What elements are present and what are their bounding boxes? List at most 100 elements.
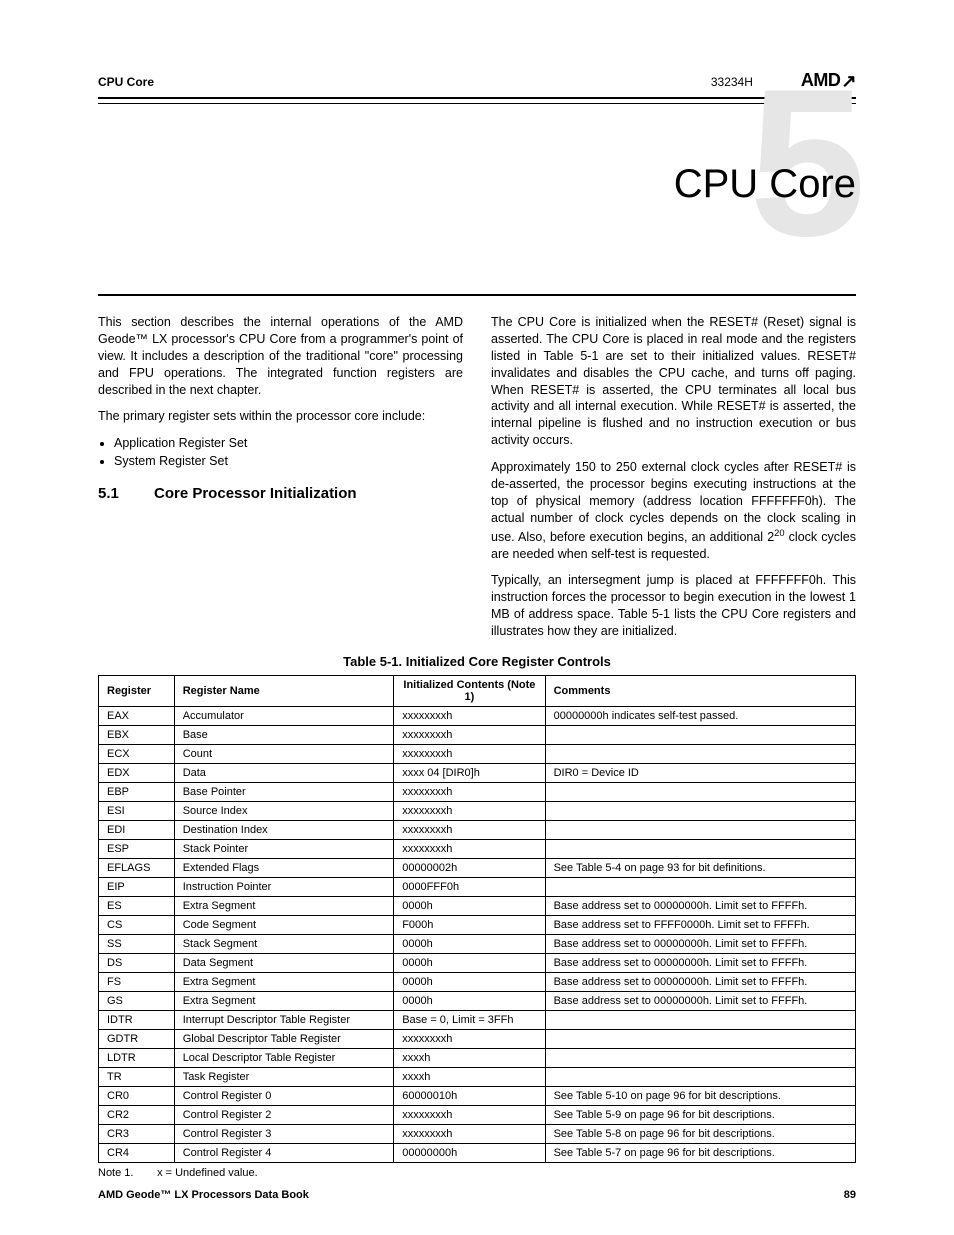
table-row: CR4Control Register 400000000hSee Table …	[99, 1143, 856, 1162]
table-row: ESExtra Segment0000hBase address set to …	[99, 896, 856, 915]
table-cell: DIR0 = Device ID	[545, 763, 855, 782]
table-cell: EAX	[99, 706, 175, 725]
table-cell: ECX	[99, 744, 175, 763]
page-footer: AMD Geode™ LX Processors Data Book 89	[98, 1189, 856, 1201]
table-cell: 0000FFF0h	[394, 877, 545, 896]
table-cell	[545, 744, 855, 763]
table-cell: Control Register 0	[174, 1086, 394, 1105]
table-cell: Extra Segment	[174, 896, 394, 915]
table-row: CR0Control Register 060000010hSee Table …	[99, 1086, 856, 1105]
table-cell: Extended Flags	[174, 858, 394, 877]
section-heading: 5.1Core Processor Initialization	[98, 484, 463, 504]
table-cell: Data	[174, 763, 394, 782]
body-columns: This section describes the internal oper…	[98, 314, 856, 640]
table-cell: Control Register 2	[174, 1105, 394, 1124]
table-cell: Stack Segment	[174, 934, 394, 953]
table-row: ESPStack Pointerxxxxxxxxh	[99, 839, 856, 858]
table-cell: LDTR	[99, 1048, 175, 1067]
table-cell: xxxxxxxxh	[394, 1124, 545, 1143]
table-cell: xxxxxxxxh	[394, 744, 545, 763]
table-cell: Extra Segment	[174, 991, 394, 1010]
table-cell	[545, 839, 855, 858]
table-row: EDXDataxxxx 04 [DIR0]hDIR0 = Device ID	[99, 763, 856, 782]
table-cell: EDI	[99, 820, 175, 839]
table-cell: See Table 5-8 on page 96 for bit descrip…	[545, 1124, 855, 1143]
table-cell: EBX	[99, 725, 175, 744]
col-init: Initialized Contents (Note 1)	[394, 675, 545, 706]
table-cell: EIP	[99, 877, 175, 896]
table-cell: 0000h	[394, 953, 545, 972]
table-cell: SS	[99, 934, 175, 953]
table-cell: EDX	[99, 763, 175, 782]
table-cell: xxxxh	[394, 1048, 545, 1067]
table-cell: Interrupt Descriptor Table Register	[174, 1010, 394, 1029]
header-rule-thick	[98, 97, 856, 99]
body-p1: This section describes the internal oper…	[98, 314, 463, 398]
table-cell: Base Pointer	[174, 782, 394, 801]
table-row: SSStack Segment0000hBase address set to …	[99, 934, 856, 953]
table-cell: Stack Pointer	[174, 839, 394, 858]
table-cell: Global Descriptor Table Register	[174, 1029, 394, 1048]
table-cell: Extra Segment	[174, 972, 394, 991]
section-title: Core Processor Initialization	[154, 485, 357, 502]
table-cell: DS	[99, 953, 175, 972]
list-item: System Register Set	[114, 453, 463, 470]
table-cell: 00000000h indicates self-test passed.	[545, 706, 855, 725]
table-cell: See Table 5-4 on page 93 for bit definit…	[545, 858, 855, 877]
body-p5: Typically, an intersegment jump is place…	[491, 572, 856, 640]
table-row: EDIDestination Indexxxxxxxxxh	[99, 820, 856, 839]
table-cell: Destination Index	[174, 820, 394, 839]
table-cell	[545, 801, 855, 820]
table-cell: 60000010h	[394, 1086, 545, 1105]
col-name: Register Name	[174, 675, 394, 706]
table-cell: CR4	[99, 1143, 175, 1162]
table-cell: Base address set to 00000000h. Limit set…	[545, 934, 855, 953]
table-cell: Base address set to 00000000h. Limit set…	[545, 953, 855, 972]
table-cell: Task Register	[174, 1067, 394, 1086]
table-cell	[545, 877, 855, 896]
table-cell: Code Segment	[174, 915, 394, 934]
table-cell: xxxxxxxxh	[394, 782, 545, 801]
table-cell: xxxxxxxxh	[394, 820, 545, 839]
table-cell: EFLAGS	[99, 858, 175, 877]
body-p2: The primary register sets within the pro…	[98, 408, 463, 425]
table-cell: EBP	[99, 782, 175, 801]
header-docnum: 33234H	[711, 75, 753, 89]
body-bullet-list: Application Register Set System Register…	[114, 435, 463, 470]
table-row: EIPInstruction Pointer0000FFF0h	[99, 877, 856, 896]
table-row: GDTRGlobal Descriptor Table Registerxxxx…	[99, 1029, 856, 1048]
table-row: EFLAGSExtended Flags00000002hSee Table 5…	[99, 858, 856, 877]
table-cell	[545, 1067, 855, 1086]
table-cell: xxxxxxxxh	[394, 725, 545, 744]
table-cell: CR2	[99, 1105, 175, 1124]
table-cell	[545, 1010, 855, 1029]
table-cell: ESI	[99, 801, 175, 820]
table-cell: 00000000h	[394, 1143, 545, 1162]
footer-book: AMD Geode™ LX Processors Data Book	[98, 1189, 309, 1201]
table-row: CR2Control Register 2xxxxxxxxhSee Table …	[99, 1105, 856, 1124]
table-row: CR3Control Register 3xxxxxxxxhSee Table …	[99, 1124, 856, 1143]
table-cell: See Table 5-7 on page 96 for bit descrip…	[545, 1143, 855, 1162]
table-header-row: Register Register Name Initialized Conte…	[99, 675, 856, 706]
body-p3: The CPU Core is initialized when the RES…	[491, 314, 856, 449]
table-cell: See Table 5-10 on page 96 for bit descri…	[545, 1086, 855, 1105]
table-cell: Base address set to 00000000h. Limit set…	[545, 896, 855, 915]
table-cell: Data Segment	[174, 953, 394, 972]
body-p4: Approximately 150 to 250 external clock …	[491, 459, 856, 562]
table-cell: See Table 5-9 on page 96 for bit descrip…	[545, 1105, 855, 1124]
table-cell: 0000h	[394, 972, 545, 991]
section-number: 5.1	[98, 484, 154, 504]
table-cell: Count	[174, 744, 394, 763]
page-header: CPU Core 33234H AMD↗	[98, 70, 856, 97]
table-cell: 0000h	[394, 896, 545, 915]
table-cell: ESP	[99, 839, 175, 858]
table-cell: CR0	[99, 1086, 175, 1105]
table-cell: IDTR	[99, 1010, 175, 1029]
table-cell: F000h	[394, 915, 545, 934]
table-row: IDTRInterrupt Descriptor Table RegisterB…	[99, 1010, 856, 1029]
table-cell: FS	[99, 972, 175, 991]
table-cell: xxxxxxxxh	[394, 801, 545, 820]
header-section: CPU Core	[98, 75, 154, 89]
col-comments: Comments	[545, 675, 855, 706]
table-cell: 00000002h	[394, 858, 545, 877]
